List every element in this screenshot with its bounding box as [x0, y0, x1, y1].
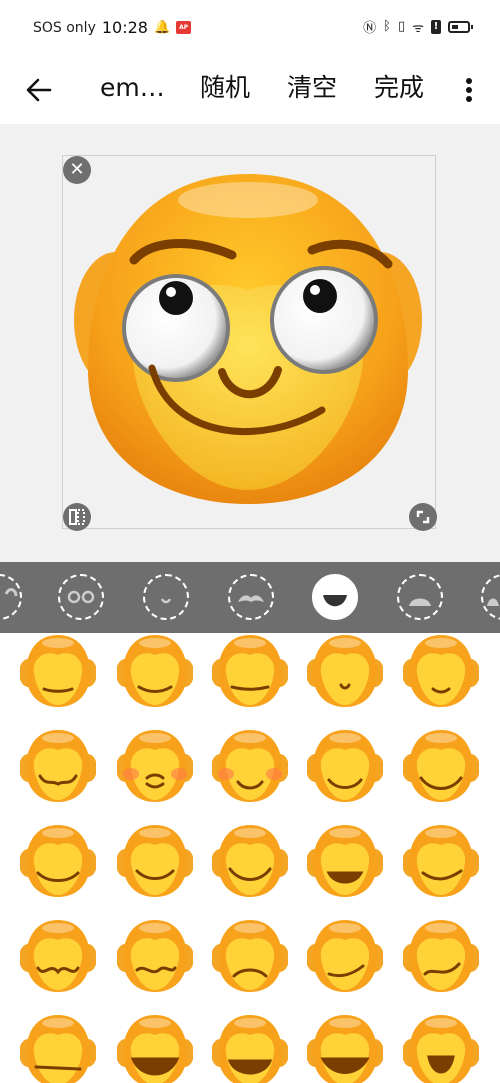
category-bar — [0, 562, 500, 633]
mouth-option-open-big[interactable] — [116, 1013, 194, 1083]
category-face-outline[interactable] — [0, 574, 22, 620]
category-mustache[interactable] — [228, 574, 274, 620]
category-mouth-small[interactable] — [143, 574, 189, 620]
bell-icon: 🔔 — [153, 20, 171, 35]
mouth-option-grin[interactable] — [19, 823, 97, 899]
category-mouth[interactable] — [312, 574, 358, 620]
more-dot-icon — [466, 96, 472, 102]
clock: 10:28 — [101, 18, 148, 37]
mouth-option-open-teeth[interactable] — [211, 1013, 289, 1083]
app-bar: em… 随机 清空 完成 — [0, 56, 500, 124]
status-right: Ⓝ ᛒ ▯ ᯤ ! — [363, 17, 473, 36]
monkey-face-icon — [402, 635, 480, 707]
mouth-option-wavy[interactable] — [19, 918, 97, 994]
category-extra[interactable] — [481, 574, 500, 620]
monkey-face-icon — [306, 1015, 384, 1083]
status-left: SOS only 10:28 🔔 AP — [33, 18, 192, 37]
face-outline-icon — [4, 588, 18, 597]
category-chin[interactable] — [397, 574, 443, 620]
monkey-face-icon — [116, 825, 194, 897]
category-eyes[interactable] — [58, 574, 104, 620]
vibrate-icon: ▯ — [397, 19, 406, 34]
carrier-text: SOS only — [33, 19, 96, 36]
mouth-option-blush-smile[interactable] — [211, 728, 289, 804]
monkey-face-icon — [402, 825, 480, 897]
monkey-face-icon — [19, 1015, 97, 1083]
mouth-option-smirk[interactable] — [306, 918, 384, 994]
chin-icon — [409, 598, 431, 606]
nfc-icon: Ⓝ — [363, 21, 377, 36]
close-icon[interactable]: ✕ — [63, 156, 91, 184]
mouth-option-frown[interactable] — [211, 918, 289, 994]
monkey-face-icon — [306, 825, 384, 897]
monkey-face-icon — [402, 730, 480, 802]
monkey-face-icon — [306, 730, 384, 802]
monkey-face-icon — [306, 920, 384, 992]
flip-icon[interactable] — [63, 503, 91, 531]
monkey-face-icon — [402, 920, 480, 992]
mustache-icon — [238, 595, 264, 602]
eyes-icon — [67, 590, 95, 604]
page-title: em… — [100, 73, 165, 102]
mouth-option-neutral-line[interactable] — [19, 633, 97, 709]
status-bar: SOS only 10:28 🔔 AP Ⓝ ᛒ ▯ ᯤ ! — [0, 0, 500, 56]
done-button[interactable]: 完成 — [374, 70, 424, 106]
monkey-face-icon — [116, 730, 194, 802]
small-mouth-icon — [160, 598, 172, 604]
mouth-option-wavy-cheeks[interactable] — [19, 728, 97, 804]
more-options-button[interactable] — [455, 70, 483, 110]
app-badge-icon: AP — [176, 21, 192, 34]
monkey-face-icon — [19, 730, 97, 802]
mouth-option-small-o[interactable] — [306, 633, 384, 709]
mouth-option-grin-line[interactable] — [116, 823, 194, 899]
monkey-face-icon — [116, 635, 194, 707]
mouth-option-pursed-blush[interactable] — [116, 728, 194, 804]
composed-emoji[interactable] — [72, 170, 424, 510]
back-arrow-icon — [26, 78, 52, 102]
monkey-face-icon — [211, 920, 289, 992]
mouth-option-long-line[interactable] — [211, 633, 289, 709]
monkey-face-icon — [116, 1015, 194, 1083]
back-button[interactable] — [20, 70, 60, 110]
more-dot-icon — [466, 78, 472, 84]
mouth-option-crooked[interactable] — [402, 918, 480, 994]
mouth-option-smile-wide[interactable] — [211, 823, 289, 899]
mouth-option-slant-smile[interactable] — [402, 823, 480, 899]
wifi-icon: ᯤ — [412, 20, 424, 36]
monkey-face-icon — [116, 920, 194, 992]
monkey-face-icon — [402, 1015, 480, 1083]
monkey-face-icon — [19, 920, 97, 992]
mouth-option-open-smile[interactable] — [306, 823, 384, 899]
mouth-option-open-wide[interactable] — [306, 1013, 384, 1083]
mouth-option-small-smile[interactable] — [402, 633, 480, 709]
monkey-face-icon — [306, 635, 384, 707]
mouth-option-open-laugh[interactable] — [402, 1013, 480, 1083]
monkey-face-icon — [19, 635, 97, 707]
monkey-face-icon — [211, 825, 289, 897]
random-button[interactable]: 随机 — [200, 70, 250, 106]
monkey-face-icon — [211, 730, 289, 802]
monkey-face-icon — [211, 635, 289, 707]
alert-icon: ! — [431, 19, 441, 34]
mouth-option-grid — [0, 633, 500, 1083]
mouth-icon — [323, 595, 347, 607]
mouth-option-flat-smile[interactable] — [116, 633, 194, 709]
resize-glyph-icon — [416, 510, 430, 524]
mouth-option-wide-smile[interactable] — [402, 728, 480, 804]
more-dot-icon — [466, 87, 472, 93]
bluetooth-icon: ᛒ — [383, 19, 391, 34]
flip-glyph-icon — [69, 509, 85, 525]
mouth-option-wavy-2[interactable] — [116, 918, 194, 994]
mouth-option-smile[interactable] — [306, 728, 384, 804]
monkey-face-icon — [211, 1015, 289, 1083]
battery-icon — [448, 20, 473, 33]
clear-button[interactable]: 清空 — [287, 70, 337, 106]
extra-icon — [487, 598, 499, 606]
mouth-option-flat[interactable] — [19, 1013, 97, 1083]
monkey-face-icon — [19, 825, 97, 897]
resize-icon[interactable] — [409, 503, 437, 531]
